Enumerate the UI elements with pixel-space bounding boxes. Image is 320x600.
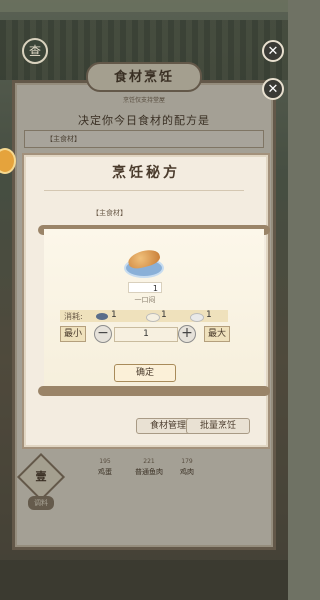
fish-icon	[96, 313, 108, 320]
dish-name: 一口闷	[134, 296, 156, 304]
dish-count: 1	[128, 282, 162, 293]
plus-button[interactable]: +	[178, 325, 196, 343]
dialog-strip-label: 【主食材】	[92, 209, 127, 217]
dialog-title: 烹饪秘方	[112, 165, 180, 181]
close-icon[interactable]: ✕	[262, 78, 284, 100]
left-menu-button[interactable]: 查	[22, 38, 48, 64]
max-button[interactable]: 最大	[204, 326, 230, 342]
min-button[interactable]: 最小	[60, 326, 86, 342]
scroll-bottom-rod	[38, 386, 270, 396]
dialog-divider	[44, 190, 244, 191]
cost-label: 消耗:	[64, 312, 83, 321]
batch-cook-button[interactable]: 批量烹饪	[186, 418, 250, 434]
egg-icon	[146, 313, 160, 322]
close-icon[interactable]: ✕	[262, 40, 284, 62]
rice-icon	[190, 313, 204, 322]
cost-rice-value: 1	[206, 310, 212, 320]
quantity-field[interactable]: 1	[114, 327, 178, 342]
cost-fish-value: 1	[111, 310, 117, 320]
minus-button[interactable]: −	[94, 325, 112, 343]
cost-egg-value: 1	[161, 310, 167, 320]
confirm-button[interactable]: 确定	[114, 364, 176, 382]
